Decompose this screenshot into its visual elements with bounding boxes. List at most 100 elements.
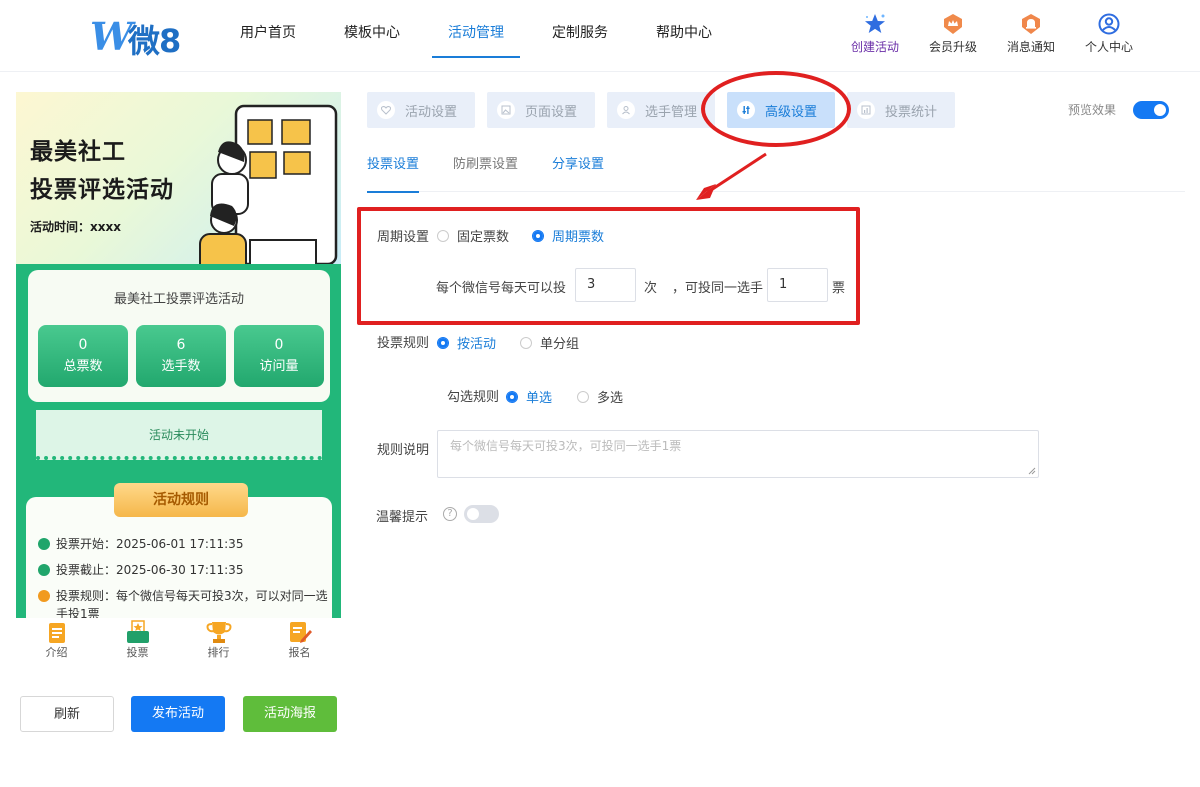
daily-times-unit: 次 [644,281,658,296]
activity-summary-card: 最美社工投票评选活动 0 总票数 6 选手数 0 访问量 [28,270,330,402]
radio-label: 周期票数 [552,230,605,245]
stat-value: 6 [176,337,186,353]
star-icon [836,12,914,36]
radio-multi-select[interactable]: 多选 [577,387,623,406]
warm-tip-toggle[interactable] [464,505,499,523]
stat-label: 访问量 [259,359,299,374]
radio-single-select[interactable]: 单选 [506,387,552,406]
logo-w-mark: W [90,14,133,59]
clock-icon [38,564,50,576]
rule-text: 投票开始：2025-06-01 17:11:35 [56,537,244,551]
tab-label: 投票统计 [885,104,938,120]
radio-fixed-votes[interactable]: 固定票数 [437,226,509,245]
stat-value: 0 [274,337,284,353]
settings-sub-tabs: 投票设置 防刷票设置 分享设置 [367,150,1185,193]
refresh-button[interactable]: 刷新 [20,696,114,732]
phone-bottom-tabbar: 介绍 投票 排行 报名 [16,618,341,668]
personal-center-button[interactable]: 个人中心 [1070,12,1148,55]
clock-icon [38,538,50,550]
warm-tip-label: 温馨提示 [376,510,429,525]
same-contestant-votes-input[interactable]: 1 [767,268,828,302]
bell-badge-icon [992,12,1070,36]
phone-tab-label: 排行 [207,646,230,659]
phone-tab-vote[interactable]: 投票 [97,618,178,668]
rule-description-textarea[interactable]: 每个微信号每天可投3次，可投同一选手1票 [437,430,1039,478]
tab-label: 选手管理 [645,104,698,120]
nav-item-custom-service[interactable]: 定制服务 [528,0,632,58]
edit-form-icon [259,618,340,644]
rule-text: 投票截止：2025-06-30 17:11:35 [56,563,244,577]
activity-status-banner: 活动未开始 [36,410,322,460]
nav-item-help[interactable]: 帮助中心 [632,0,736,58]
sub-tab-vote-settings[interactable]: 投票设置 [367,150,420,193]
document-icon [16,618,97,644]
help-question-icon[interactable]: ? [443,507,457,521]
preview-effect-toggle[interactable] [1133,101,1169,119]
personal-center-label: 个人中心 [1084,40,1133,54]
radio-circle [506,390,518,403]
tab-label: 活动设置 [405,104,458,120]
daily-times-input[interactable]: 3 [575,268,636,302]
rule-item-start: 投票开始：2025-06-01 17:11:35 [38,535,328,553]
radio-label: 多选 [597,391,624,406]
radio-by-activity[interactable]: 按活动 [437,333,496,352]
publish-activity-button[interactable]: 发布活动 [131,696,225,732]
phone-tab-ranking[interactable]: 排行 [178,618,259,668]
rule-item-end: 投票截止：2025-06-30 17:11:35 [38,561,328,579]
radio-periodic-votes[interactable]: 周期票数 [532,226,604,245]
stat-label: 选手数 [161,359,201,374]
radio-circle [577,390,589,403]
member-upgrade-button[interactable]: 会员升级 [914,12,992,55]
tab-vote-statistics[interactable]: 投票统计 [847,92,955,128]
annotation-arrow [696,152,767,200]
tab-activity-settings[interactable]: 活动设置 [367,92,475,128]
phone-tab-label: 介绍 [45,646,68,659]
stats-row: 0 总票数 6 选手数 0 访问量 [38,325,324,387]
radio-label: 按活动 [457,337,497,352]
check-rule-label: 勾选规则 [447,390,500,405]
radio-circle [520,336,532,349]
heart-icon [377,101,395,119]
phone-tab-signup[interactable]: 报名 [259,618,340,668]
stat-visits: 0 访问量 [234,325,324,387]
daily-votes-prefix: 每个微信号每天可以投 [436,281,567,296]
resize-handle-icon[interactable] [1028,467,1036,475]
user-icon [617,101,635,119]
notifications-button[interactable]: 消息通知 [992,12,1070,55]
radio-by-group[interactable]: 单分组 [520,333,579,352]
rules-title-ribbon: 活动规则 [114,483,248,517]
create-activity-button[interactable]: 创建活动 [836,12,914,55]
rule-item-vote-rule: 投票规则：每个微信号每天可投3次，可以对同一选手投1票 [38,587,328,618]
card-activity-title: 最美社工投票评选活动 [113,292,244,307]
phone-tab-label: 投票 [126,646,149,659]
preview-effect-label: 预览效果 [1068,103,1117,117]
user-circle-icon [1070,12,1148,36]
activity-poster-button[interactable]: 活动海报 [243,696,337,732]
chart-icon [857,101,875,119]
notifications-label: 消息通知 [1006,40,1055,54]
phone-tab-intro[interactable]: 介绍 [16,618,97,668]
phone-preview[interactable]: 最美社工 投票评选活动 活动时间：xxxx 最美社工投票评选活动 0 总票数 6… [16,92,341,618]
sub-tab-share-settings[interactable]: 分享设置 [552,150,604,192]
stat-total-votes: 0 总票数 [38,325,128,387]
tab-contestant-management[interactable]: 选手管理 [607,92,715,128]
header-tools: 创建活动 会员升级 消息通知 个人中心 [836,12,1148,55]
activity-rules-card: 活动规则 投票开始：2025-06-01 17:11:35 投票截止：2025-… [26,483,332,618]
crown-badge-icon [914,12,992,36]
nav-item-home[interactable]: 用户首页 [216,0,320,58]
logo-text: 微8 [128,22,181,60]
banner-title-line-2: 投票评选活动 [30,177,174,203]
create-activity-label: 创建活动 [850,40,899,54]
sub-tab-anti-fraud[interactable]: 防刷票设置 [453,150,518,192]
radio-label: 固定票数 [457,230,510,245]
nav-item-activity-management[interactable]: 活动管理 [424,0,528,58]
tab-label: 页面设置 [525,104,578,120]
ballot-box-icon [97,618,178,644]
phone-tab-label: 报名 [288,646,311,659]
tab-page-settings[interactable]: 页面设置 [487,92,595,128]
textarea-placeholder: 每个微信号每天可投3次，可投同一选手1票 [450,439,682,453]
banner-title-line-1: 最美社工 [30,139,126,165]
brand-logo[interactable]: W 微8 [90,12,190,60]
voting-rule-label: 投票规则 [377,336,430,351]
nav-item-templates[interactable]: 模板中心 [320,0,424,58]
